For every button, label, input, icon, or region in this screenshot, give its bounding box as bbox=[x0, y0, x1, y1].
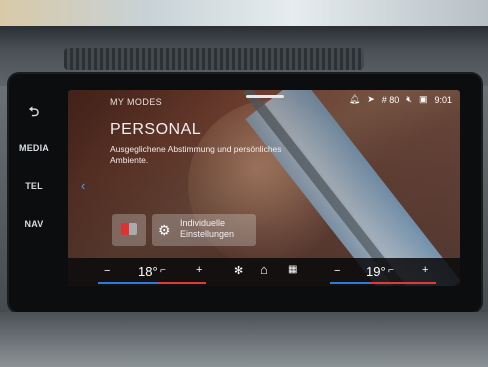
lower-dashboard bbox=[0, 312, 488, 367]
back-arrow-icon: ⮌ bbox=[28, 104, 40, 119]
left-cool-indicator bbox=[98, 282, 158, 284]
individual-settings-tile[interactable]: ⚙ Individuelle Einstellungen bbox=[152, 214, 256, 246]
right-temp-increase[interactable]: + bbox=[422, 264, 428, 276]
right-cool-indicator bbox=[330, 282, 370, 284]
seat-settings-icon bbox=[121, 223, 137, 235]
air-vent bbox=[64, 48, 364, 70]
fan-icon[interactable]: ✻ bbox=[234, 264, 243, 277]
infotainment-screen: MY MODES 🔔︎ ➤ # 80 🔇︎ ▣ 9:01 PERSONAL Au… bbox=[68, 90, 460, 286]
chevron-left-icon: ‹ bbox=[81, 178, 86, 193]
bell-icon: 🔔︎ bbox=[348, 94, 361, 104]
gear-person-icon: ⚙ bbox=[158, 222, 171, 238]
tel-button-label: TEL bbox=[25, 181, 43, 191]
pull-down-handle[interactable] bbox=[246, 95, 284, 98]
back-button[interactable]: ⮌ bbox=[14, 103, 54, 125]
left-temp-decrease[interactable]: − bbox=[104, 265, 110, 277]
right-temp-decrease[interactable]: − bbox=[334, 265, 340, 277]
nav-button[interactable]: NAV bbox=[14, 219, 54, 229]
clock: 9:01 bbox=[434, 94, 452, 105]
mode-settings-tile[interactable] bbox=[112, 214, 146, 246]
left-heat-indicator bbox=[158, 282, 206, 284]
right-seat-heat-icon[interactable]: ⌐ bbox=[388, 265, 394, 276]
left-seat-heat-icon[interactable]: ⌐ bbox=[160, 265, 166, 276]
climate-bar: − 18° ⌐ + ✻ ⌂ ▦ − 19° ⌐ + bbox=[68, 258, 460, 286]
right-heat-indicator bbox=[370, 282, 436, 284]
left-temperature[interactable]: 18° bbox=[138, 264, 158, 279]
tel-button[interactable]: TEL bbox=[14, 181, 54, 191]
media-button-label: MEDIA bbox=[19, 143, 49, 153]
location-arrow-icon: ➤ bbox=[367, 94, 375, 104]
left-temp-increase[interactable]: + bbox=[196, 264, 202, 276]
nav-button-label: NAV bbox=[24, 219, 44, 229]
right-temperature[interactable]: 19° bbox=[366, 264, 386, 279]
media-button[interactable]: MEDIA bbox=[14, 143, 54, 153]
side-button-column: ⮌ MEDIA TEL NAV bbox=[14, 95, 54, 245]
mute-icon: 🔇︎ bbox=[406, 94, 412, 104]
screen-overlay bbox=[68, 90, 460, 286]
network-indicator: # 80 bbox=[381, 94, 400, 105]
home-icon[interactable]: ⌂ bbox=[260, 262, 268, 277]
card-icon: ▣ bbox=[418, 94, 428, 104]
previous-mode-button[interactable]: ‹ bbox=[81, 178, 85, 193]
section-title: MY MODES bbox=[110, 97, 163, 107]
individual-settings-label-line1: Individuelle bbox=[180, 218, 226, 228]
apps-grid-icon[interactable]: ▦ bbox=[288, 264, 297, 275]
status-bar: 🔔︎ ➤ # 80 🔇︎ ▣ 9:01 bbox=[349, 94, 452, 105]
mode-description: Ausgeglichene Abstimmung und persönliche… bbox=[110, 144, 282, 165]
individual-settings-label-line2: Einstellungen bbox=[180, 229, 235, 239]
mode-title: PERSONAL bbox=[110, 121, 202, 138]
